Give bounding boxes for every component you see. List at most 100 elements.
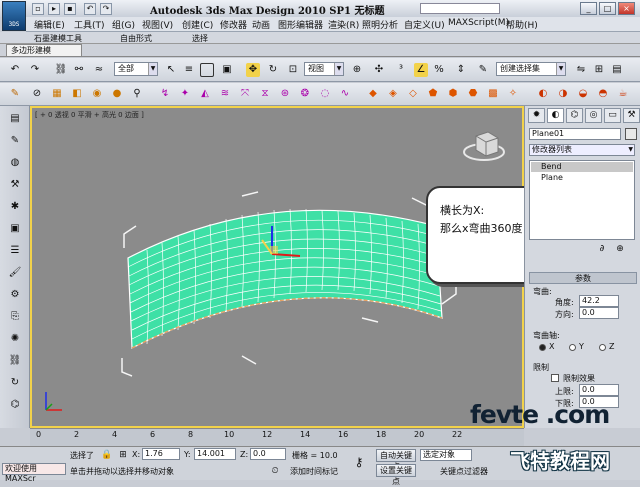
menu-create[interactable]: 创建(C) — [182, 18, 213, 31]
gear-icon[interactable]: ⚙ — [8, 288, 22, 302]
pencil-icon[interactable]: ✎ — [8, 87, 22, 101]
material-editor-icon[interactable]: ◐ — [536, 87, 550, 101]
lock-icon[interactable]: 🔒 — [100, 448, 114, 462]
window-crossing-icon[interactable]: ▣ — [220, 63, 234, 77]
push-tool-icon[interactable]: ⊛ — [278, 87, 292, 101]
configure-sets-icon[interactable]: ⊕ — [613, 242, 627, 256]
box-icon[interactable]: ◧ — [70, 87, 84, 101]
shell-tool-icon[interactable]: ◆ — [366, 87, 380, 101]
tab-freeform[interactable]: 自由形式 — [120, 33, 152, 44]
hierarchy-icon[interactable]: ⌬ — [8, 398, 22, 412]
pin-icon[interactable]: ⚲ — [130, 87, 144, 101]
direction-field[interactable]: 0.0 — [579, 307, 619, 319]
mirror-icon[interactable]: ⇋ — [574, 63, 588, 77]
display-icon[interactable]: ▣ — [8, 222, 22, 236]
circle-slash-icon[interactable]: ⊘ — [30, 87, 44, 101]
tab-polygon-modeling[interactable]: 多边形建模 — [6, 44, 82, 56]
redo-icon[interactable]: ↷ — [28, 63, 42, 77]
key-icon[interactable]: ⚷ — [352, 455, 366, 469]
manipulate-icon[interactable]: ✣ — [372, 63, 386, 77]
layer-manager-icon[interactable]: ▤ — [610, 63, 624, 77]
make-unique-icon[interactable]: ∂ — [595, 242, 609, 256]
axis-x-radio[interactable] — [539, 344, 546, 351]
link-icon[interactable]: ⛓ — [8, 354, 22, 368]
lathe-tool-icon[interactable]: ◈ — [386, 87, 400, 101]
unlink-icon[interactable]: ⚯ — [72, 63, 86, 77]
modify-tab-icon[interactable]: ◐ — [547, 108, 564, 123]
menu-lighting-analysis[interactable]: 照明分析 — [362, 18, 398, 31]
app-logo[interactable]: 3DS — [2, 1, 26, 31]
minimize-icon[interactable]: _ — [580, 2, 597, 15]
quick-render-icon[interactable]: ◓ — [596, 87, 610, 101]
hierarchy-tab-icon[interactable]: ⌬ — [566, 108, 583, 123]
uvw-map-icon[interactable]: ▩ — [486, 87, 500, 101]
snaps-toggle-icon[interactable]: ³ — [394, 63, 408, 77]
tab-graphite-modeling[interactable]: 石墨建模工具 — [34, 33, 82, 44]
absolute-mode-icon[interactable]: ⊞ — [116, 448, 130, 462]
percent-snap-icon[interactable]: % — [432, 63, 446, 77]
light-icon[interactable]: ✺ — [8, 332, 22, 346]
select-move-icon[interactable]: ✥ — [246, 63, 260, 77]
menu-customize[interactable]: 自定义(U) — [404, 18, 445, 31]
display-tab-icon[interactable]: ▭ — [604, 108, 621, 123]
bind-space-warp-icon[interactable]: ≈ — [92, 63, 106, 77]
cylinder-icon[interactable]: ◉ — [90, 87, 104, 101]
squeeze-tool-icon[interactable]: ⧖ — [258, 87, 272, 101]
new-file-icon[interactable]: ▫ — [32, 3, 44, 15]
selection-icon[interactable]: ▤ — [8, 112, 22, 126]
sphere-icon[interactable]: ● — [110, 87, 124, 101]
object-name-field[interactable]: Plane01 — [529, 128, 621, 140]
ripple-tool-icon[interactable]: ◌ — [318, 87, 332, 101]
paint-icon[interactable]: ✎ — [8, 134, 22, 148]
utilities-tab-icon[interactable]: ⚒ — [623, 108, 640, 123]
select-by-name-icon[interactable]: ≡ — [182, 63, 196, 77]
maximize-icon[interactable]: □ — [599, 2, 616, 15]
mesh-smooth-icon[interactable]: ⬢ — [446, 87, 460, 101]
refresh-icon[interactable]: ↻ — [8, 376, 22, 390]
parameters-rollout-header[interactable]: 参数 — [529, 272, 637, 284]
stack-item-plane[interactable]: Plane — [531, 173, 633, 183]
x-coord-field[interactable]: 1.76 — [142, 448, 180, 460]
teapot-icon[interactable]: ☕ — [616, 87, 630, 101]
named-selection-dropdown[interactable]: 创建选择集 ▼ — [496, 62, 566, 76]
bend-tool-icon[interactable]: ↯ — [158, 87, 172, 101]
spinner-snap-icon[interactable]: ⇕ — [454, 63, 468, 77]
wave-tool-icon[interactable]: ∿ — [338, 87, 352, 101]
redo-icon[interactable]: ↷ — [100, 3, 112, 15]
modifier-list-dropdown[interactable]: 修改器列表 ▼ — [529, 144, 635, 156]
z-coord-field[interactable]: 0.0 — [250, 448, 286, 460]
slice-tool-icon[interactable]: ◇ — [406, 87, 420, 101]
close-icon[interactable]: × — [618, 2, 635, 15]
camera-icon[interactable]: ⎘ — [8, 310, 22, 324]
key-filters[interactable]: 关键点过滤器 — [440, 466, 488, 477]
motion-tab-icon[interactable]: ◎ — [585, 108, 602, 123]
select-rotate-icon[interactable]: ↻ — [266, 63, 280, 77]
open-file-icon[interactable]: ▸ — [48, 3, 60, 15]
menu-animation[interactable]: 动画 — [252, 18, 270, 31]
relax-tool-icon[interactable]: ❂ — [298, 87, 312, 101]
path-deform-icon[interactable]: ✧ — [506, 87, 520, 101]
key-mode-dropdown[interactable]: 选定对象 — [420, 449, 472, 461]
pivot-center-icon[interactable]: ⊕ — [350, 63, 364, 77]
rect-selection-icon[interactable] — [200, 63, 214, 77]
save-icon[interactable]: ▪ — [64, 3, 76, 15]
axis-y-radio[interactable] — [569, 344, 576, 351]
upper-limit-field[interactable]: 0.0 — [579, 384, 619, 396]
lattice-tool-icon[interactable]: ⬣ — [466, 87, 480, 101]
noise-tool-icon[interactable]: ≋ — [218, 87, 232, 101]
angle-snap-icon[interactable]: ∠ — [414, 63, 428, 77]
stack-icon[interactable]: ☰ — [8, 244, 22, 258]
angle-field[interactable]: 42.2 — [579, 295, 619, 307]
selection-filter-dropdown[interactable]: 全部 ▼ — [114, 62, 158, 76]
select-object-icon[interactable]: ↖ — [164, 63, 178, 77]
menu-modifiers[interactable]: 修改器 — [220, 18, 247, 31]
menu-tools[interactable]: 工具(T) — [74, 18, 105, 31]
maxscript-listener[interactable]: 欢迎使用 MAXScr — [2, 463, 66, 483]
menu-maxscript[interactable]: MAXScript(M) — [448, 18, 509, 28]
select-link-icon[interactable]: ⛓ — [54, 63, 68, 77]
brush-icon[interactable]: 🖌 — [8, 266, 22, 280]
taper-tool-icon[interactable]: ◭ — [198, 87, 212, 101]
twist-tool-icon[interactable]: ✦ — [178, 87, 192, 101]
stack-item-bend[interactable]: Bend — [531, 162, 633, 172]
axis-z-radio[interactable] — [599, 344, 606, 351]
